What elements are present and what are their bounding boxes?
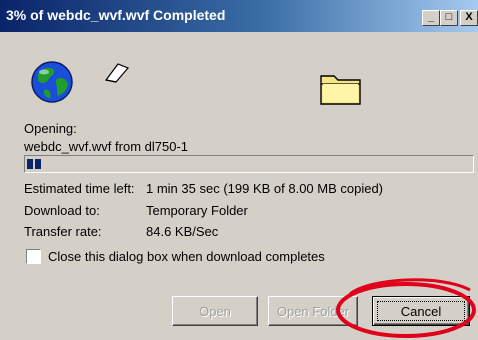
close-button[interactable]: X: [460, 10, 478, 26]
progress-block: [27, 159, 33, 169]
minimize-button[interactable]: _: [422, 10, 440, 26]
download-to-value: Temporary Folder: [146, 203, 248, 218]
close-when-done-label[interactable]: Close this dialog box when download comp…: [48, 249, 325, 264]
download-to-label: Download to:: [24, 203, 100, 218]
transfer-rate-value: 84.6 KB/Sec: [146, 224, 219, 239]
open-button[interactable]: Open: [172, 296, 258, 326]
opening-file: webdc_wvf.wvf from dl750-1: [24, 139, 189, 154]
time-left-value: 1 min 35 sec (199 KB of 8.00 MB copied): [146, 181, 384, 196]
opening-label: Opening:: [24, 121, 77, 136]
paper-document-icon: [104, 63, 130, 83]
folder-icon: [320, 75, 361, 105]
progress-bar: [24, 155, 474, 173]
progress-fill: [27, 159, 41, 169]
progress-block: [35, 159, 41, 169]
maximize-button[interactable]: □: [440, 10, 458, 26]
time-left-label: Estimated time left:: [24, 181, 135, 196]
close-when-done-checkbox[interactable]: [26, 249, 41, 264]
open-button-label: Open: [199, 303, 231, 319]
globe-icon: [31, 61, 73, 103]
annotation-circle: [336, 278, 476, 338]
transfer-rate-label: Transfer rate:: [24, 224, 102, 239]
window-title: 3% of webdc_wvf.wvf Completed: [6, 7, 226, 23]
title-bar: 3% of webdc_wvf.wvf Completed _ □ X: [0, 0, 478, 32]
